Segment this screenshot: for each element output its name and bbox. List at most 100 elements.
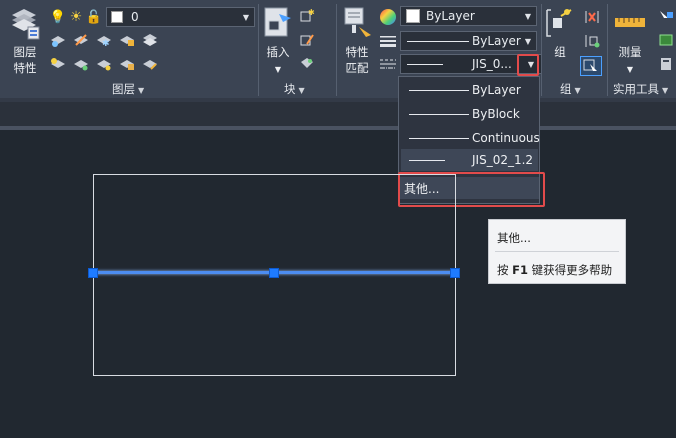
linetype-option-label: ByLayer [472, 83, 521, 97]
layers-panel-label-text: 图层 [112, 82, 135, 96]
drawing-area-border [0, 126, 676, 130]
linetype-option-label: JIS_02_1.2 [472, 153, 534, 167]
color-wheel-icon [379, 8, 397, 26]
grip-left[interactable] [88, 268, 98, 278]
measure-icon[interactable] [613, 12, 647, 32]
linetype-dropdown-value: JIS_0... [472, 57, 512, 71]
tooltip: 其他... 按 F1 键获得更多帮助 [488, 219, 626, 284]
ribbon-gap [0, 102, 676, 126]
layer-color-swatch [111, 11, 123, 23]
layer-dropdown-value: 0 [131, 10, 139, 24]
tooltip-help-prefix: 按 [497, 263, 513, 277]
chevron-down-icon: ▼ [524, 36, 532, 46]
linetype-option[interactable]: JIS_02_1.2 [401, 149, 538, 171]
block-tools: ✱ [299, 8, 319, 72]
color-dropdown[interactable]: ByLayer ▼ [400, 6, 537, 26]
edit-block-icon[interactable] [299, 32, 315, 46]
match-properties-label-line1[interactable]: 特性 [342, 45, 372, 60]
color-dropdown-value: ByLayer [426, 9, 475, 23]
chevron-down-icon: ▼ [242, 12, 250, 22]
layer-unlock-icon[interactable] [119, 57, 135, 71]
layer-state-icons: 💡 ☀ 🔓 [50, 8, 110, 26]
chevron-down-icon: ▼ [574, 86, 581, 95]
lineweight-icon [379, 34, 397, 48]
linetype-sample-line [407, 63, 443, 65]
layer-lock-icon[interactable] [119, 33, 135, 47]
layer-isolate-icon[interactable] [73, 33, 89, 47]
block-attribute-icon[interactable] [299, 56, 315, 70]
unlock-icon[interactable]: 🔓 [86, 10, 102, 25]
lightbulb-on-icon[interactable]: 💡 [50, 10, 66, 25]
grip-middle[interactable] [269, 268, 279, 278]
group-edit-icon[interactable] [583, 33, 601, 49]
linetype-option-label: ByBlock [472, 107, 520, 121]
group-tools [580, 5, 606, 76]
tooltip-help-key: F1 [512, 263, 529, 277]
group-panel-label-text: 组 [560, 82, 572, 96]
linetype-option-sample [409, 137, 469, 139]
chevron-down-icon: ▼ [662, 86, 669, 95]
panel-separator [607, 4, 608, 96]
utilities-panel-label[interactable]: 实用工具 ▼ [613, 81, 668, 97]
layer-previous-icon[interactable] [142, 57, 158, 71]
svg-text:✱: ✱ [102, 39, 110, 47]
linetype-option[interactable]: ByLayer [401, 79, 538, 101]
panel-separator [336, 4, 337, 96]
layers-panel-label[interactable]: 图层 ▼ [112, 81, 144, 97]
panel-separator [258, 4, 259, 96]
chevron-down-icon[interactable]: ▼ [272, 62, 284, 77]
group-panel-label[interactable]: 组 ▼ [560, 81, 581, 97]
layer-match-icon[interactable] [142, 33, 158, 47]
measure-label[interactable]: 测量 [614, 45, 646, 60]
layer-properties-label-line1[interactable]: 图层 [10, 45, 40, 60]
block-panel-label[interactable]: 块 ▼ [284, 81, 305, 97]
chevron-down-icon[interactable]: ▼ [624, 62, 636, 77]
linetype-arrow-highlight [517, 54, 539, 76]
color-swatch [406, 9, 420, 23]
group-selection-toggle-icon[interactable] [580, 56, 602, 76]
insert-block-icon[interactable] [262, 5, 296, 41]
chevron-down-icon: ▼ [298, 86, 305, 95]
linetype-option-sample [409, 113, 469, 115]
lineweight-sample-line [407, 40, 469, 42]
linetype-option-sample [409, 159, 445, 161]
quick-select-icon[interactable] [658, 9, 674, 23]
linetype-option[interactable]: ByBlock [401, 103, 538, 125]
layer-properties-icon[interactable] [10, 5, 40, 43]
linetype-option-sample [409, 89, 469, 91]
tooltip-help: 按 F1 键获得更多帮助 [497, 262, 612, 278]
utility-tools [656, 5, 676, 75]
utilities-panel-label-text: 实用工具 [613, 82, 659, 96]
layer-on-icon[interactable] [50, 57, 66, 71]
group-icon[interactable] [543, 6, 575, 40]
layer-thaw-icon[interactable] [96, 57, 112, 71]
chevron-down-icon: ▼ [138, 86, 145, 95]
tooltip-help-suffix: 键获得更多帮助 [528, 263, 613, 277]
block-panel-label-text: 块 [284, 82, 296, 96]
linetype-icon [379, 57, 397, 71]
layer-dropdown[interactable]: 0 ▼ [106, 7, 255, 27]
svg-text:✱: ✱ [308, 8, 315, 17]
lineweight-dropdown[interactable]: ByLayer ▼ [400, 31, 537, 51]
match-properties-icon[interactable] [342, 5, 374, 41]
layer-unisolate-icon[interactable] [73, 57, 89, 71]
grip-right[interactable] [450, 268, 460, 278]
layer-properties-label-line2[interactable]: 特性 [10, 61, 40, 76]
lineweight-dropdown-value: ByLayer [472, 34, 521, 48]
layer-off-icon[interactable] [50, 33, 66, 47]
ungroup-icon[interactable] [583, 9, 601, 25]
layer-tools-row1: ✱ [50, 33, 170, 49]
insert-label[interactable]: 插入 [262, 45, 294, 60]
linetype-option[interactable]: Continuous [401, 127, 540, 149]
layer-freeze-icon[interactable]: ✱ [96, 33, 112, 47]
tooltip-title: 其他... [497, 231, 531, 245]
match-properties-label-line2[interactable]: 匹配 [342, 61, 372, 76]
linetype-option-label: Continuous [472, 131, 540, 145]
create-block-icon[interactable]: ✱ [299, 8, 315, 22]
sun-icon[interactable]: ☀ [68, 9, 84, 25]
layer-tools-row2 [50, 57, 170, 73]
chevron-down-icon: ▼ [524, 11, 532, 21]
calculator-icon[interactable] [658, 57, 674, 71]
select-all-icon[interactable] [658, 33, 674, 47]
group-label[interactable]: 组 [550, 45, 570, 60]
